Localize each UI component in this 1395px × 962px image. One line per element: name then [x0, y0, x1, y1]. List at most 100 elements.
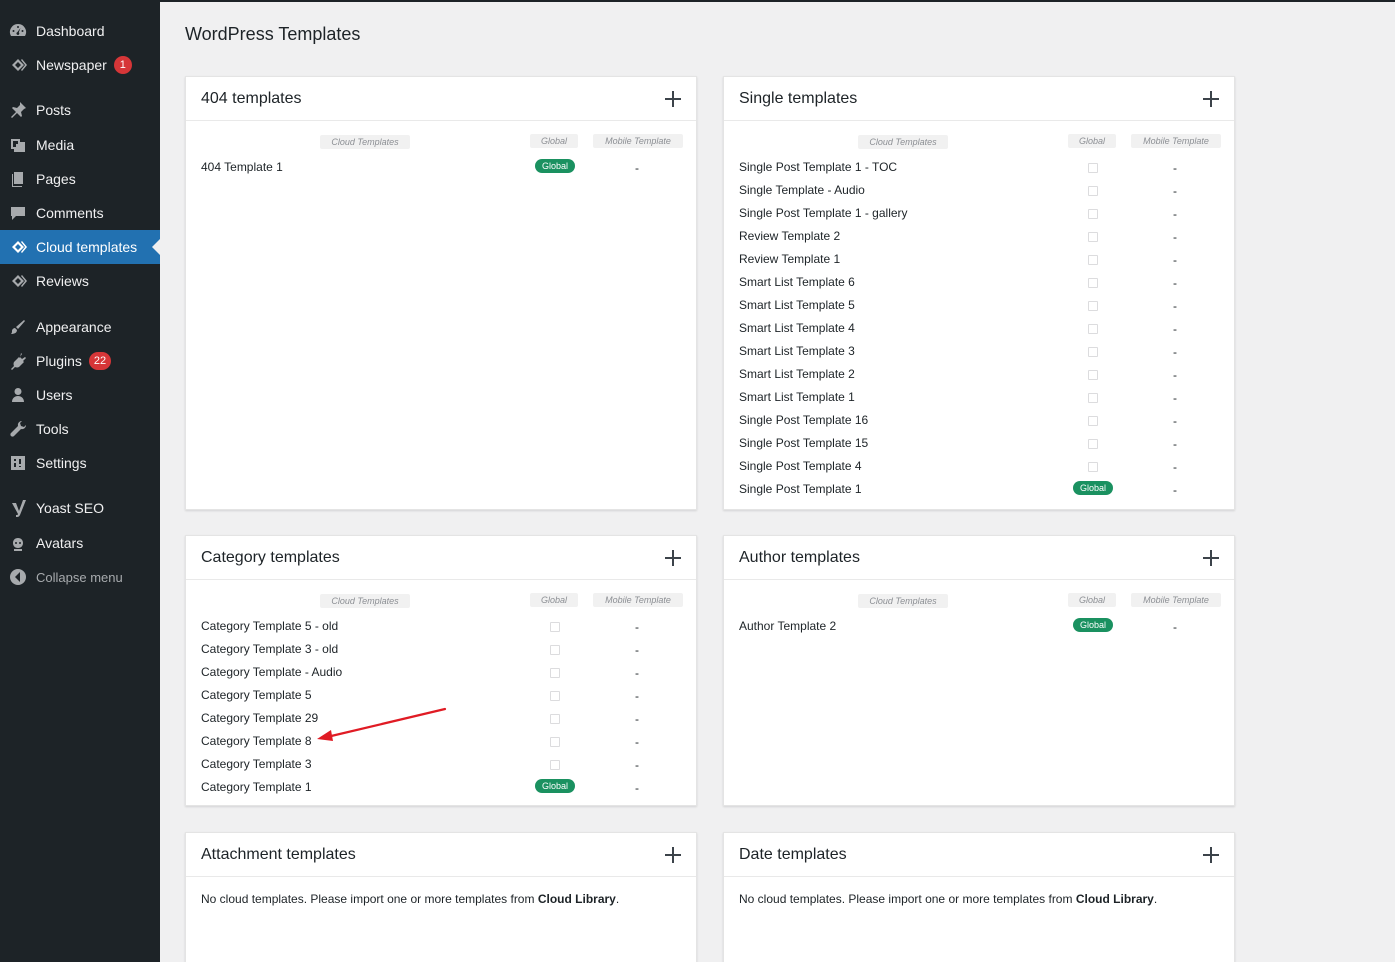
set-global-checkbox[interactable]	[550, 737, 560, 747]
reviews-icon	[0, 272, 36, 290]
template-name-link[interactable]: Smart List Template 4	[739, 321, 855, 335]
add-template-plus-icon[interactable]	[1203, 90, 1219, 107]
template-name-link[interactable]: Author Template 2	[739, 619, 836, 633]
cloud-library-link[interactable]: Cloud Library	[1076, 892, 1154, 906]
template-name-link[interactable]: Single Post Template 16	[739, 413, 868, 427]
sidebar-item-tools[interactable]: Tools	[0, 412, 160, 446]
sidebar-item-users[interactable]: Users	[0, 378, 160, 412]
sidebar-item-reviews[interactable]: Reviews	[0, 264, 160, 298]
sidebar-item-dashboard[interactable]: Dashboard	[0, 14, 160, 48]
template-name-link[interactable]: Category Template 8	[201, 734, 312, 748]
template-name-link[interactable]: Single Template - Audio	[739, 183, 865, 197]
template-name-link[interactable]: Review Template 1	[739, 252, 840, 266]
sidebar-item-yoast-seo[interactable]: Yoast SEO	[0, 491, 160, 525]
template-name-link[interactable]: Category Template 3	[201, 757, 312, 771]
set-global-checkbox[interactable]	[1088, 255, 1098, 265]
sidebar-item-media[interactable]: Media	[0, 128, 160, 162]
sidebar-item-posts[interactable]: Posts	[0, 93, 160, 127]
template-name-link[interactable]: Category Template 1	[201, 780, 312, 794]
template-row: Category Template - Audio -	[186, 663, 696, 686]
template-name-link[interactable]: Single Post Template 1 - TOC	[739, 160, 897, 174]
set-global-checkbox[interactable]	[550, 691, 560, 701]
set-global-checkbox[interactable]	[550, 622, 560, 632]
add-template-plus-icon[interactable]	[665, 90, 681, 107]
sidebar-item-cloud-templates[interactable]: Cloud templates	[0, 230, 160, 264]
template-row: Single Post Template 1 - TOC -	[724, 158, 1234, 181]
set-global-checkbox[interactable]	[550, 714, 560, 724]
notification-badge: 1	[113, 56, 132, 74]
sidebar-item-label: Appearance	[36, 319, 112, 335]
add-template-plus-icon[interactable]	[1203, 549, 1219, 566]
sidebar-item-newspaper[interactable]: Newspaper 1	[0, 48, 160, 82]
sidebar-item-label: Posts	[36, 102, 72, 118]
set-global-checkbox[interactable]	[1088, 416, 1098, 426]
cloud-templates-icon	[0, 238, 36, 256]
set-global-checkbox[interactable]	[1088, 163, 1098, 173]
set-global-checkbox[interactable]	[550, 760, 560, 770]
panel-attachment-templates: Attachment templates No cloud templates. …	[185, 832, 697, 962]
admin-sidebar: Dashboard Newspaper 1 Posts Media Pages Commen…	[0, 0, 160, 962]
global-badge: Global	[535, 159, 575, 173]
set-global-checkbox[interactable]	[1088, 462, 1098, 472]
template-name-link[interactable]: Category Template 29	[201, 711, 318, 725]
sidebar-item-collapse-menu[interactable]: Collapse menu	[0, 560, 160, 594]
set-global-checkbox[interactable]	[1088, 393, 1098, 403]
template-name-link[interactable]: Category Template 5	[201, 688, 312, 702]
template-name-link[interactable]: Category Template 3 - old	[201, 642, 338, 656]
empty-message-text: No cloud templates. Please import one or…	[201, 892, 538, 906]
cloud-library-link[interactable]: Cloud Library	[538, 892, 616, 906]
set-global-checkbox[interactable]	[1088, 347, 1098, 357]
sidebar-item-pages[interactable]: Pages	[0, 162, 160, 196]
sidebar-item-label: Comments	[36, 205, 104, 221]
sidebar-item-appearance[interactable]: Appearance	[0, 310, 160, 344]
set-global-checkbox[interactable]	[1088, 370, 1098, 380]
set-global-checkbox[interactable]	[1088, 278, 1098, 288]
mobile-template-value: -	[635, 161, 639, 175]
panel-title: Category templates	[201, 548, 340, 566]
template-name-link[interactable]: Smart List Template 5	[739, 298, 855, 312]
sidebar-item-settings[interactable]: Settings	[0, 446, 160, 480]
add-template-plus-icon[interactable]	[1203, 846, 1219, 863]
mobile-template-value: -	[1173, 299, 1177, 313]
sidebar-item-comments[interactable]: Comments	[0, 196, 160, 230]
sidebar-item-label: Collapse menu	[36, 569, 123, 585]
set-global-checkbox[interactable]	[550, 645, 560, 655]
template-name-link[interactable]: Smart List Template 6	[739, 275, 855, 289]
template-name-link[interactable]: Smart List Template 1	[739, 390, 855, 404]
panel-header: Author templates	[724, 536, 1234, 580]
mobile-template-value: -	[1173, 276, 1177, 290]
template-name-link[interactable]: Category Template 5 - old	[201, 619, 338, 633]
template-list: 404 Template 1 Global -	[186, 158, 696, 181]
template-name-link[interactable]: Smart List Template 3	[739, 344, 855, 358]
set-global-checkbox[interactable]	[1088, 186, 1098, 196]
sidebar-item-label: Settings	[36, 455, 87, 471]
template-name-link[interactable]: Smart List Template 2	[739, 367, 855, 381]
panel-header: Attachment templates	[186, 833, 696, 877]
sidebar-item-label: Media	[36, 137, 75, 153]
template-name-link[interactable]: Single Post Template 1 - gallery	[739, 206, 908, 220]
add-template-plus-icon[interactable]	[665, 549, 681, 566]
template-name-link[interactable]: 404 Template 1	[201, 160, 283, 174]
panel-header: 404 templates	[186, 77, 696, 121]
set-global-checkbox[interactable]	[1088, 209, 1098, 219]
collapse-icon	[0, 568, 36, 586]
set-global-checkbox[interactable]	[1088, 324, 1098, 334]
mobile-template-value: -	[635, 712, 639, 726]
arrow-shaft	[325, 707, 447, 739]
template-name-link[interactable]: Single Post Template 1	[739, 482, 862, 496]
set-global-checkbox[interactable]	[1088, 439, 1098, 449]
template-name-link[interactable]: Category Template - Audio	[201, 665, 342, 679]
mobile-template-value: -	[1173, 322, 1177, 336]
sidebar-item-avatars[interactable]: Avatars	[0, 526, 160, 560]
mobile-template-column-header: Mobile Template	[593, 593, 683, 607]
set-global-checkbox[interactable]	[550, 668, 560, 678]
add-template-plus-icon[interactable]	[665, 846, 681, 863]
panel-date-templates: Date templates No cloud templates. Please…	[723, 832, 1235, 962]
template-name-link[interactable]: Single Post Template 4	[739, 459, 862, 473]
sidebar-item-plugins[interactable]: Plugins 22	[0, 344, 160, 378]
template-name-link[interactable]: Review Template 2	[739, 229, 840, 243]
set-global-checkbox[interactable]	[1088, 301, 1098, 311]
template-name-link[interactable]: Single Post Template 15	[739, 436, 868, 450]
template-row: Smart List Template 4 -	[724, 319, 1234, 342]
set-global-checkbox[interactable]	[1088, 232, 1098, 242]
